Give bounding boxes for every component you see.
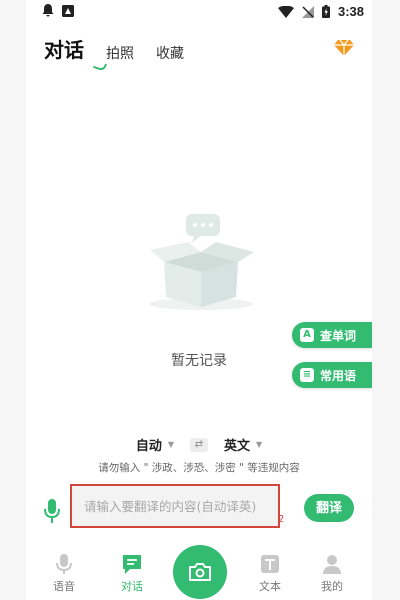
language-selector-row: 自动 ▼ ⇄ 英文 ▼ [26,435,372,454]
mic-icon [56,554,72,574]
caret-down-icon: ▼ [256,440,263,449]
nav-label-dialog: 对话 [121,580,143,593]
nav-item-text[interactable]: 文本 [240,553,300,594]
nav-label-voice: 语音 [53,580,75,593]
camera-icon [189,563,211,581]
nav-label-text: 文本 [259,580,281,593]
common-phrases-button[interactable]: ≡ 常用语 [292,362,372,388]
dialog-icon [123,555,141,574]
nav-label-profile: 我的 [321,580,343,593]
translate-input-box [70,484,302,528]
wifi-icon [277,5,294,18]
status-bar: 3:38 [26,0,372,24]
target-language-select[interactable]: 英文 ▼ [224,435,262,454]
empty-box-illustration [149,214,254,310]
tab-photo[interactable]: 拍照 [106,43,134,63]
app-screen: 3:38 对话 拍照 收藏 暂无记录 A 查单词 ≡ 常用语 自动 ▼ ⇄ 英文… [26,0,372,600]
dictionary-icon: A [300,328,314,342]
translate-button[interactable]: 翻译 [304,494,354,522]
top-tabs: 对话 拍照 收藏 [44,34,184,63]
common-phrases-label: 常用语 [320,368,357,383]
notification-bell-icon [42,4,54,17]
voice-input-mic-icon[interactable] [42,498,62,524]
caret-down-icon: ▼ [167,440,174,449]
content-warning-text: 请勿输入 " 涉政、涉恐、涉密 " 等违规内容 [98,462,300,474]
source-language-label: 自动 [135,439,162,454]
annotation-number: 2 [278,514,285,525]
nav-item-voice[interactable]: 语音 [34,553,94,594]
bottom-nav: 语音 对话 文本 我的 [26,545,372,600]
swap-languages-icon[interactable]: ⇄ [190,437,208,452]
user-icon [323,555,341,574]
text-icon [261,555,279,573]
target-language-label: 英文 [224,439,251,454]
app-notification-icon [62,4,74,17]
status-time: 3:38 [337,4,364,19]
nav-item-profile[interactable]: 我的 [302,553,362,594]
lookup-word-button[interactable]: A 查单词 [292,322,372,348]
source-language-select[interactable]: 自动 ▼ [136,435,174,454]
no-signal-icon [301,5,314,18]
lookup-word-label: 查单词 [320,328,357,343]
tab-dialog[interactable]: 对话 [44,34,84,63]
camera-button[interactable] [173,545,227,599]
nav-item-dialog[interactable]: 对话 [102,553,162,594]
tab-favorites[interactable]: 收藏 [156,43,184,63]
chat-bubble-icon: ≡ [300,368,314,382]
vip-diamond-icon[interactable] [334,37,354,57]
translate-input[interactable] [72,486,302,526]
battery-icon [321,5,330,18]
